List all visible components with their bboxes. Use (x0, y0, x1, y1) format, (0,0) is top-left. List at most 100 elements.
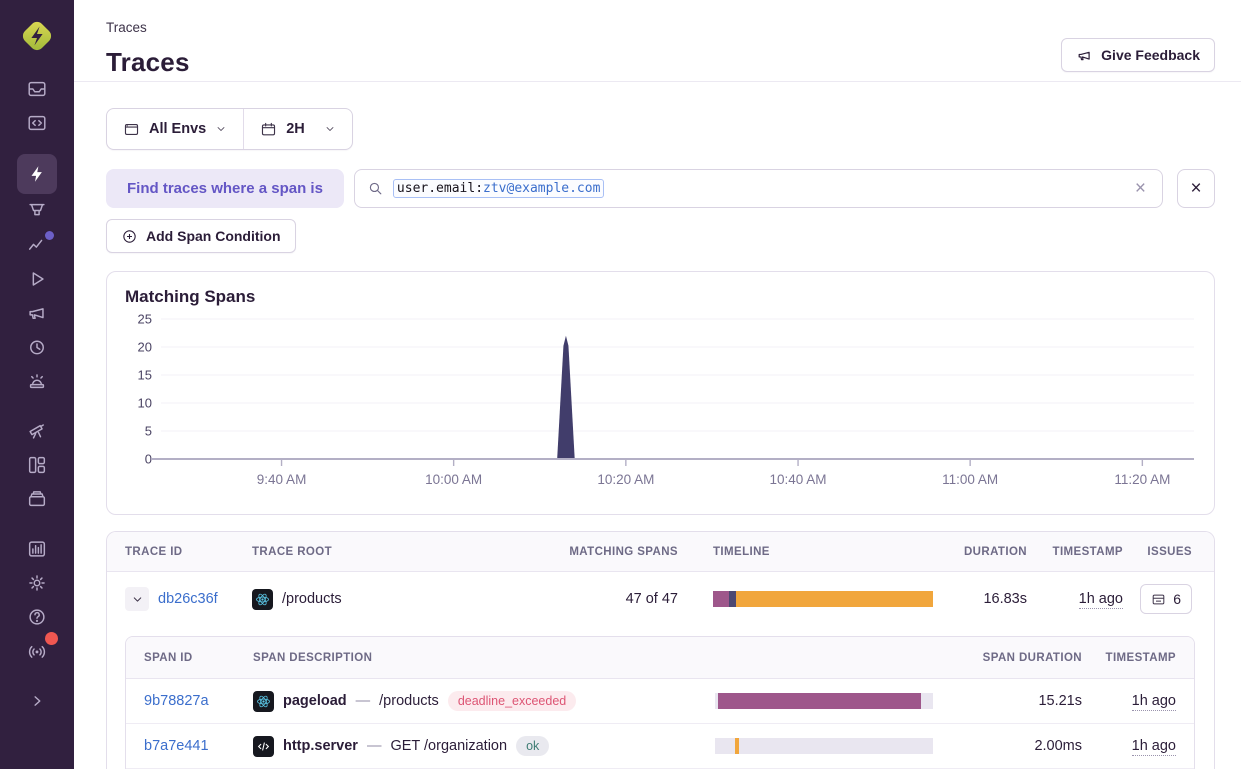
settings-icon[interactable] (17, 566, 57, 600)
date-range-filter[interactable]: 2H (244, 109, 352, 149)
svg-text:11:00 AM: 11:00 AM (942, 472, 998, 487)
span-timestamp: 1h ago (1132, 738, 1176, 756)
page-title: Traces (106, 47, 190, 78)
col-timeline: TIMELINE (678, 546, 933, 558)
page-filter-bar: All Envs 2H (106, 108, 353, 150)
window-icon (123, 121, 140, 138)
add-span-condition-button[interactable]: Add Span Condition (106, 219, 296, 253)
crons-icon[interactable] (17, 364, 57, 398)
span-id-link[interactable]: 9b78827a (144, 693, 253, 709)
search-icon (367, 180, 384, 197)
chevron-down-icon (324, 123, 336, 135)
megaphone-icon (1076, 47, 1093, 64)
trace-root-name: /products (282, 591, 342, 607)
col-span-id: SPAN ID (144, 652, 253, 664)
svg-text:10:20 AM: 10:20 AM (597, 472, 654, 487)
date-range-label: 2H (286, 121, 305, 137)
svg-text:0: 0 (145, 452, 152, 467)
environment-filter-label: All Envs (149, 121, 206, 137)
separator: — (356, 693, 371, 709)
sidebar-nav (0, 72, 74, 718)
col-issues: ISSUES (1123, 546, 1192, 558)
span-condition-row: Find traces where a span is user.email:z… (106, 169, 1215, 208)
span-duration: 15.21s (933, 693, 1082, 709)
svg-text:9:40 AM: 9:40 AM (257, 472, 307, 487)
span-op: pageload (283, 693, 347, 709)
clear-search-button[interactable]: × (1131, 177, 1150, 200)
col-duration: DURATION (933, 546, 1027, 558)
stats-icon[interactable] (17, 532, 57, 566)
col-trace-id: TRACE ID (125, 546, 252, 558)
issues-icon[interactable] (17, 72, 57, 106)
svg-text:10:00 AM: 10:00 AM (425, 472, 482, 487)
give-feedback-button[interactable]: Give Feedback (1061, 38, 1215, 72)
breadcrumb[interactable]: Traces (106, 20, 190, 35)
traces-table: TRACE ID TRACE ROOT MATCHING SPANS TIMEL… (106, 531, 1215, 769)
search-token-key: user.email: (397, 181, 483, 196)
span-row: b7a7e441 http.server — GET /organization… (126, 724, 1194, 769)
performance-icon[interactable] (17, 194, 57, 228)
add-span-condition-label: Add Span Condition (146, 228, 281, 244)
replays-icon[interactable] (17, 262, 57, 296)
matching-spans-panel: Matching Spans 05101520259:40 AM10:00 AM… (106, 271, 1215, 515)
span-timeline-bar (715, 693, 933, 709)
trace-row: db26c36f /products 47 of 47 16.83s 1h ag… (107, 572, 1214, 626)
help-icon[interactable] (17, 600, 57, 634)
releases-icon[interactable] (17, 482, 57, 516)
discover-icon[interactable] (17, 414, 57, 448)
span-duration: 2.00ms (933, 738, 1082, 754)
traces-table-header: TRACE ID TRACE ROOT MATCHING SPANS TIMEL… (107, 532, 1214, 572)
trace-timestamp: 1h ago (1079, 591, 1123, 609)
give-feedback-label: Give Feedback (1101, 47, 1200, 63)
col-timestamp: TIMESTAMP (1027, 546, 1123, 558)
insights-icon[interactable] (17, 228, 57, 262)
chart-title: Matching Spans (125, 287, 1196, 307)
trace-id-link[interactable]: db26c36f (158, 591, 218, 607)
matching-spans-count: 47 of 47 (563, 591, 678, 607)
delete-condition-button[interactable]: × (1177, 169, 1215, 208)
trace-issues-button[interactable]: 6 (1140, 584, 1192, 614)
react-platform-icon (252, 589, 273, 610)
http-server-platform-icon (253, 736, 274, 757)
user-feedback-icon[interactable] (17, 296, 57, 330)
history-icon[interactable] (17, 330, 57, 364)
col-matching-spans: MATCHING SPANS (563, 546, 678, 558)
calendar-icon (260, 121, 277, 138)
separator: — (367, 738, 382, 754)
svg-text:25: 25 (138, 312, 152, 327)
trace-timeline-bar (713, 591, 933, 607)
projects-icon[interactable] (17, 106, 57, 140)
search-token[interactable]: user.email:ztv@example.com (393, 179, 605, 198)
whats-new-icon[interactable] (17, 634, 57, 668)
span-timeline-bar (715, 738, 933, 754)
trace-issues-count: 6 (1173, 591, 1181, 607)
insights-notification-dot (45, 231, 54, 240)
find-traces-label: Find traces where a span is (106, 169, 344, 208)
svg-text:5: 5 (145, 424, 152, 439)
plus-circle-icon (121, 228, 138, 245)
page-header: Traces Traces Give Feedback (74, 0, 1241, 82)
svg-text:10:40 AM: 10:40 AM (770, 472, 827, 487)
span-description: GET /organization (390, 738, 507, 754)
matching-spans-chart: 05101520259:40 AM10:00 AM10:20 AM10:40 A… (125, 311, 1196, 489)
sentry-logo[interactable] (17, 16, 57, 56)
svg-text:11:20 AM: 11:20 AM (1114, 472, 1170, 487)
col-span-description: SPAN DESCRIPTION (253, 652, 715, 664)
trace-duration: 16.83s (933, 591, 1027, 607)
spans-table: SPAN ID SPAN DESCRIPTION SPAN DURATION T… (125, 636, 1195, 769)
col-span-timestamp: TIMESTAMP (1082, 652, 1176, 664)
span-op: http.server (283, 738, 358, 754)
dashboards-icon[interactable] (17, 448, 57, 482)
col-trace-root: TRACE ROOT (252, 546, 563, 558)
span-id-link[interactable]: b7a7e441 (144, 738, 253, 754)
collapse-trace-button[interactable] (125, 587, 149, 611)
svg-text:15: 15 (138, 368, 152, 383)
collapse-sidebar-icon[interactable] (17, 684, 57, 718)
span-search-input[interactable]: user.email:ztv@example.com × (354, 169, 1163, 208)
span-row: 9b78827a pageload — /products deadline_e… (126, 679, 1194, 724)
whats-new-notification-dot (45, 632, 58, 645)
explore-traces-icon[interactable] (17, 154, 57, 194)
environment-filter[interactable]: All Envs (107, 109, 243, 149)
svg-text:10: 10 (138, 396, 152, 411)
sidebar (0, 0, 74, 769)
